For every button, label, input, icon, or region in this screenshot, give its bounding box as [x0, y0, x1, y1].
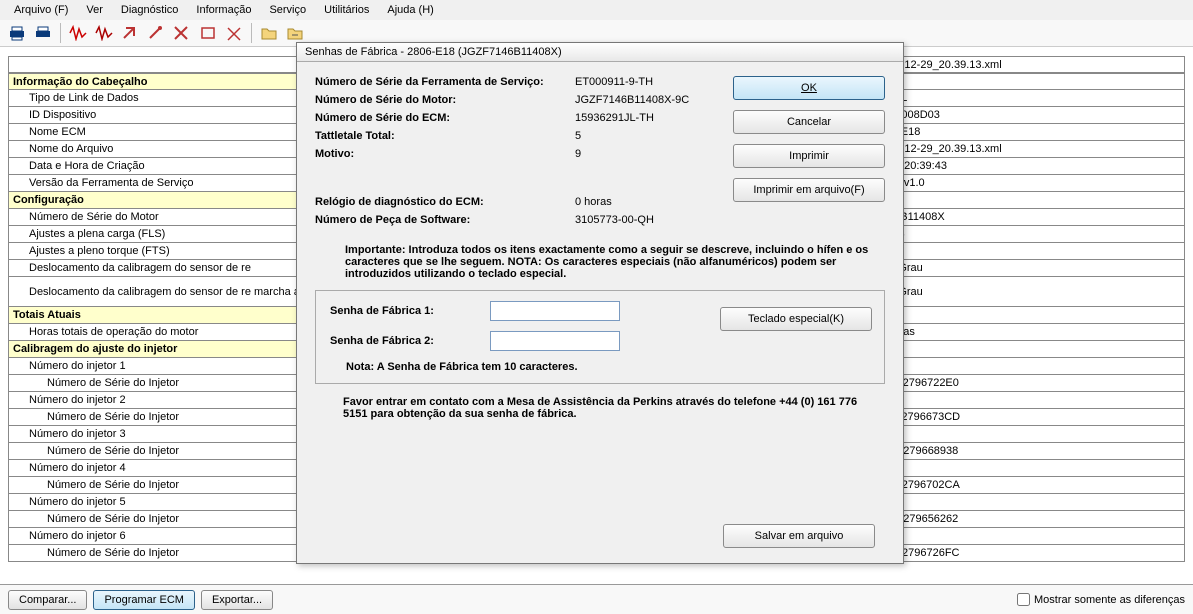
print-file-button[interactable]: Imprimir em arquivo(F): [733, 178, 885, 202]
print-button[interactable]: Imprimir: [733, 144, 885, 168]
pw1-label: Senha de Fábrica 1:: [330, 305, 490, 317]
info-label: Número de Série do Motor:: [315, 94, 575, 106]
important-note: Importante: Introduza todos os itens exa…: [345, 244, 875, 280]
tool2-icon[interactable]: [145, 22, 167, 44]
cancel-button[interactable]: Cancelar: [733, 110, 885, 134]
factory-password-dialog: Senhas de Fábrica - 2806-E18 (JGZF7146B1…: [296, 42, 904, 564]
menu-utilitarios[interactable]: Utilitários: [316, 2, 377, 18]
export-button[interactable]: Exportar...: [201, 590, 273, 610]
tool3-icon[interactable]: [171, 22, 193, 44]
factory-password-1-input[interactable]: [490, 301, 620, 321]
compare-button[interactable]: Comparar...: [8, 590, 87, 610]
tool5-icon[interactable]: [223, 22, 245, 44]
password-group: Teclado especial(K) Senha de Fábrica 1: …: [315, 290, 885, 384]
menu-ajuda[interactable]: Ajuda (H): [379, 2, 441, 18]
menu-diagnostico[interactable]: Diagnóstico: [113, 2, 186, 18]
info-label: Número de Série do ECM:: [315, 112, 575, 124]
ok-button[interactable]: OK: [733, 76, 885, 100]
info-label: Número de Série da Ferramenta de Serviço…: [315, 76, 575, 88]
show-diff-text: Mostrar somente as diferenças: [1034, 594, 1185, 606]
folder2-icon[interactable]: [284, 22, 306, 44]
wave-icon[interactable]: [67, 22, 89, 44]
show-diff-checkbox[interactable]: [1017, 593, 1030, 606]
wave2-icon[interactable]: [93, 22, 115, 44]
tool4-icon[interactable]: [197, 22, 219, 44]
info-label: Tattletale Total:: [315, 130, 575, 142]
dialog-title: Senhas de Fábrica - 2806-E18 (JGZF7146B1…: [297, 43, 903, 62]
menu-servico[interactable]: Serviço: [261, 2, 314, 18]
program-ecm-button[interactable]: Programar ECM: [93, 590, 194, 610]
printer2-icon[interactable]: [32, 22, 54, 44]
save-file-button[interactable]: Salvar em arquivo: [723, 524, 875, 548]
pw2-label: Senha de Fábrica 2:: [330, 335, 490, 347]
special-keyboard-button[interactable]: Teclado especial(K): [720, 307, 872, 331]
info-label: Número de Peça de Software:: [315, 214, 575, 226]
menu-bar: Arquivo (F) Ver Diagnóstico Informação S…: [0, 0, 1193, 20]
contact-note: Favor entrar em contato com a Mesa de As…: [343, 396, 883, 420]
info-label: Relógio de diagnóstico do ECM:: [315, 196, 575, 208]
menu-ver[interactable]: Ver: [78, 2, 111, 18]
info-value: 3105773-00-QH: [575, 214, 885, 226]
bottom-bar: Comparar... Programar ECM Exportar... Mo…: [0, 584, 1193, 614]
show-diff-checkbox-label[interactable]: Mostrar somente as diferenças: [1017, 593, 1185, 606]
password-note: Nota: A Senha de Fábrica tem 10 caracter…: [346, 361, 870, 373]
menu-informacao[interactable]: Informação: [188, 2, 259, 18]
tool1-icon[interactable]: [119, 22, 141, 44]
info-label: Motivo:: [315, 148, 575, 160]
printer-icon[interactable]: [6, 22, 28, 44]
menu-arquivo[interactable]: Arquivo (F): [6, 2, 76, 18]
folder-icon[interactable]: [258, 22, 280, 44]
factory-password-2-input[interactable]: [490, 331, 620, 351]
